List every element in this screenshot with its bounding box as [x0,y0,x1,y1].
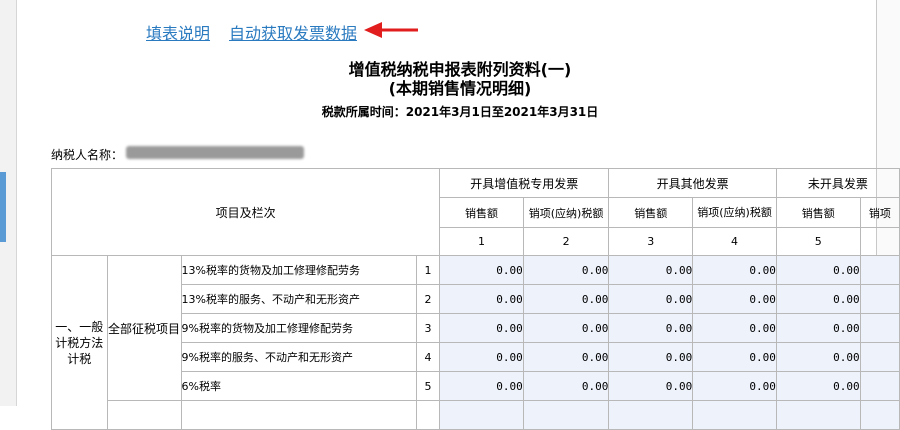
amount-cell[interactable]: 0.00 [522,313,610,343]
group-header-vat-special: 开具增值税专用发票 [439,168,610,198]
item-column-header: 项目及栏次 [50,168,441,256]
row-description: 9%税率的服务、不动产和无形资产 [180,342,417,372]
amount-cell[interactable]: 0.00 [439,313,524,343]
amount-cell[interactable]: 0.00 [522,284,610,314]
amount-cell[interactable] [692,400,777,430]
red-arrow-icon [364,22,418,38]
table-row: 一、一般计税方法计税 全部征税项目 13%税率的货物及加工修理修配劳务 1 0.… [51,255,900,430]
tax-period-value: 2021年3月1日至2021年3月31日 [405,105,599,119]
subheader-tax-4: 销项(应纳)税额 [692,197,777,228]
amount-cell[interactable]: 0.00 [692,371,777,401]
amount-cell[interactable]: 0.00 [439,371,524,401]
row-description: 13%税率的货物及加工修理修配劳务 [180,255,417,285]
column-number: 5 [775,227,861,256]
amount-cell[interactable]: 0.00 [692,342,777,372]
row-number: 3 [415,313,441,343]
subheader-tax-2: 销项(应纳)税额 [522,197,610,228]
amount-cell[interactable]: 0.00 [608,342,694,372]
subheader-sales-3: 销售额 [608,197,694,228]
taxpayer-name-label: 纳税人名称： [51,148,124,162]
amount-cell[interactable]: 0.00 [775,371,861,401]
subheader-tax-6: 销项 [859,197,900,228]
amount-cell[interactable] [859,400,900,430]
empty-cell [106,400,182,430]
amount-cell[interactable]: 0.00 [775,313,861,343]
amount-cell[interactable] [859,371,900,401]
amount-cell[interactable]: 0.00 [692,313,777,343]
amount-cell[interactable] [859,313,900,343]
group-header-other-invoice: 开具其他发票 [608,168,777,198]
amount-cell[interactable]: 0.00 [608,284,694,314]
amount-cell[interactable]: 0.00 [608,313,694,343]
amount-cell[interactable]: 0.00 [608,371,694,401]
group-header-no-invoice: 未开具发票 [775,168,900,198]
form-subtitle: (本期销售情况明细) [388,79,532,98]
column-number: 4 [692,227,777,256]
amount-cell[interactable] [775,400,861,430]
row-description: 9%税率的货物及加工修理修配劳务 [180,313,417,343]
amount-cell[interactable] [608,400,694,430]
amount-cell[interactable]: 0.00 [692,255,777,285]
category-all-taxable-items: 全部征税项目 [106,255,182,401]
amount-cell[interactable]: 0.00 [775,342,861,372]
empty-cell [180,400,417,430]
amount-cell[interactable]: 0.00 [439,255,524,285]
amount-cell[interactable]: 0.00 [608,255,694,285]
row-number: 4 [415,342,441,372]
sales-detail-table: 项目及栏次 开具增值税专用发票 开具其他发票 未开具发票 销售额 销项(应纳)税… [50,168,900,430]
amount-cell[interactable]: 0.00 [522,342,610,372]
amount-cell[interactable] [859,255,900,285]
row-number: 5 [415,371,441,401]
amount-cell[interactable] [522,400,610,430]
tax-period-label: 税款所属时间： [321,105,406,119]
column-number: 2 [522,227,610,256]
amount-cell[interactable]: 0.00 [775,284,861,314]
amount-cell[interactable]: 0.00 [522,255,610,285]
category-general-method: 一、一般计税方法计税 [51,255,108,430]
tax-period: 税款所属时间：2021年3月1日至2021年3月31日 [200,103,720,120]
amount-cell[interactable]: 0.00 [692,284,777,314]
subheader-sales-5: 销售额 [775,197,861,228]
table-row [52,400,900,430]
amount-cell[interactable] [859,284,900,314]
fill-instructions-link[interactable]: 填表说明 [146,20,210,44]
amount-cell[interactable]: 0.00 [775,255,861,285]
column-number: 1 [439,227,524,256]
auto-fetch-invoice-link[interactable]: 自动获取发票数据 [229,20,357,44]
subheader-sales-1: 销售额 [439,197,524,228]
left-sidebar-tab[interactable] [0,172,6,242]
amount-cell[interactable] [859,342,900,372]
amount-cell[interactable] [439,400,524,430]
amount-cell[interactable]: 0.00 [439,342,524,372]
row-number: 1 [415,255,441,285]
row-number: 2 [415,284,441,314]
amount-cell[interactable]: 0.00 [439,284,524,314]
row-description: 6%税率 [180,371,417,401]
taxpayer-name-redacted [126,146,304,159]
row-description: 13%税率的服务、不动产和无形资产 [180,284,417,314]
empty-cell [415,400,441,430]
column-number: 3 [608,227,694,256]
amount-cell[interactable]: 0.00 [522,371,610,401]
column-number [859,227,900,256]
